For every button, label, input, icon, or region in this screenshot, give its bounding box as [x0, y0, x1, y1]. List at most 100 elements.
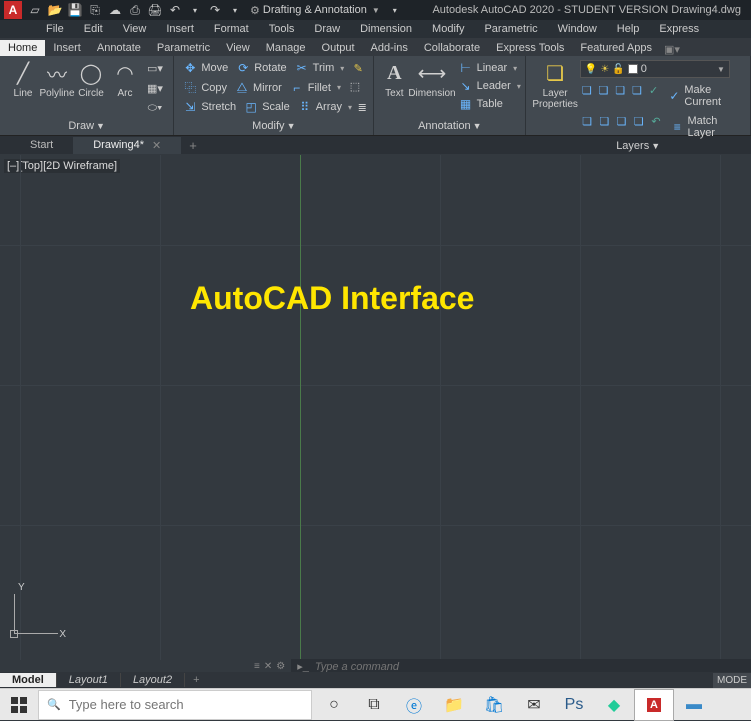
pycharm-icon[interactable]: ◆ — [594, 689, 634, 721]
tool-match-layer[interactable]: ≡Match Layer — [668, 114, 744, 140]
search-input[interactable] — [69, 697, 303, 712]
tab-insert[interactable]: Insert — [45, 40, 89, 56]
tool-stretch[interactable]: ⇲Stretch — [180, 99, 239, 115]
cmd-history-icon[interactable]: ≡ — [254, 661, 260, 672]
view-label[interactable]: [–][Top][2D Wireframe] — [4, 159, 120, 173]
pencil-icon[interactable]: ✎ — [349, 60, 367, 76]
tool-text[interactable]: A Text — [380, 60, 408, 99]
menu-dimension[interactable]: Dimension — [350, 21, 422, 37]
layer-green-icon[interactable]: ✓ — [647, 83, 661, 97]
tool-layer-properties[interactable]: ❏ Layer Properties — [532, 60, 578, 110]
menu-parametric[interactable]: Parametric — [474, 21, 547, 37]
store-icon[interactable]: 🛍 — [474, 689, 514, 721]
menu-edit[interactable]: Edit — [74, 21, 113, 37]
tool-copy[interactable]: ⿻Copy — [180, 78, 230, 97]
autocad-task-icon[interactable]: A — [634, 689, 674, 721]
menu-window[interactable]: Window — [548, 21, 607, 37]
ucs-icon[interactable]: Y X — [8, 584, 64, 640]
tab-parametric[interactable]: Parametric — [149, 40, 218, 56]
redo-dd-icon[interactable]: ▾ — [228, 3, 242, 17]
undo-dd-icon[interactable]: ▾ — [188, 3, 202, 17]
tool-trim[interactable]: ✂Trim▾ — [292, 60, 348, 76]
undo-icon[interactable]: ↶ — [168, 3, 182, 17]
new-icon[interactable]: ▱ — [28, 3, 42, 17]
tool-scale[interactable]: ◰Scale — [241, 99, 293, 115]
explode-icon[interactable]: ⬚ — [346, 78, 364, 94]
edge-icon[interactable]: ⓔ — [394, 689, 434, 721]
menu-express[interactable]: Express — [649, 21, 709, 37]
tab-express-tools[interactable]: Express Tools — [488, 40, 572, 56]
cortana-icon[interactable]: ○ — [314, 689, 354, 721]
tool-linear[interactable]: ⊢Linear▾ — [456, 60, 524, 76]
tab-featured-apps[interactable]: Featured Apps — [572, 40, 660, 56]
panel-layers-title[interactable]: Layers▼ — [526, 140, 750, 155]
tool-polyline[interactable]: 〰 Polyline — [40, 60, 74, 99]
layer-lock-icon[interactable]: ❏ — [630, 83, 644, 97]
print-icon[interactable]: 🖨 — [148, 3, 162, 17]
saveas-icon[interactable]: ⎘ — [88, 3, 102, 17]
tool-make-current[interactable]: ✓Make Current — [666, 83, 745, 109]
menu-insert[interactable]: Insert — [156, 21, 204, 37]
qat-customize-icon[interactable]: ▾ — [388, 3, 402, 17]
doc-tab-start[interactable]: Start — [10, 137, 73, 153]
tool-table[interactable]: ▦Table — [456, 96, 524, 112]
cmd-close-icon[interactable]: ✕ — [264, 661, 272, 672]
tool-circle[interactable]: ◯ Circle — [74, 60, 108, 99]
layer-freeze-icon[interactable]: ❏ — [613, 83, 627, 97]
rectangle-icon[interactable]: ▭▾ — [146, 60, 164, 76]
add-layout-icon[interactable]: + — [185, 674, 207, 686]
canvas-text-object[interactable]: AutoCAD Interface — [190, 280, 474, 317]
layer-unlock-icon[interactable]: ❏ — [632, 114, 646, 128]
tool-mirror[interactable]: ⧋Mirror — [232, 78, 285, 97]
open-icon[interactable]: 📂 — [48, 3, 62, 17]
tool-fillet[interactable]: ⌐Fillet▾ — [287, 78, 344, 97]
taskbar-search[interactable]: 🔍 — [38, 690, 312, 720]
app-task-icon[interactable]: ▬ — [674, 689, 714, 721]
photoshop-icon[interactable]: Ps — [554, 689, 594, 721]
tool-move[interactable]: ✥Move — [180, 60, 231, 76]
menu-tools[interactable]: Tools — [259, 21, 305, 37]
plot-icon[interactable]: ⎙ — [128, 3, 142, 17]
tool-leader[interactable]: ↘Leader▾ — [456, 78, 524, 94]
layer-off-icon[interactable]: ❏ — [597, 83, 611, 97]
menu-format[interactable]: Format — [204, 21, 259, 37]
tab-addins[interactable]: Add-ins — [363, 40, 416, 56]
command-input[interactable] — [315, 661, 745, 673]
explorer-icon[interactable]: 📁 — [434, 689, 474, 721]
offset-icon[interactable]: ≣ — [357, 99, 367, 115]
layer-prev-icon[interactable]: ↶ — [649, 114, 663, 128]
close-icon[interactable]: ✕ — [152, 139, 161, 152]
tab-view[interactable]: View — [218, 40, 258, 56]
menu-view[interactable]: View — [113, 21, 157, 37]
workspace-dropdown[interactable]: ⚙ Drafting & Annotation ▼ — [250, 4, 380, 17]
layer-dropdown[interactable]: 💡 ☀ 🔓 0 ▼ — [580, 60, 730, 78]
tool-arc[interactable]: ◠ Arc — [108, 60, 142, 99]
tab-manage[interactable]: Manage — [258, 40, 314, 56]
save-icon[interactable]: 💾 — [68, 3, 82, 17]
app-logo[interactable]: A — [4, 1, 22, 19]
tab-annotate[interactable]: Annotate — [89, 40, 149, 56]
doc-tab-drawing[interactable]: Drawing4* ✕ — [73, 137, 181, 154]
layout-tab-2[interactable]: Layout2 — [121, 673, 185, 687]
menu-draw[interactable]: Draw — [304, 21, 350, 37]
tool-rotate[interactable]: ⟳Rotate — [233, 60, 289, 76]
mail-icon[interactable]: ✉ — [514, 689, 554, 721]
tool-array[interactable]: ⠿Array▾ — [295, 99, 355, 115]
tab-collaborate[interactable]: Collaborate — [416, 40, 488, 56]
layout-tab-model[interactable]: Model — [0, 673, 57, 687]
tool-line[interactable]: ╱ Line — [6, 60, 40, 99]
ellipse-icon[interactable]: ⬭▾ — [146, 100, 164, 116]
layout-tab-1[interactable]: Layout1 — [57, 673, 121, 687]
menu-help[interactable]: Help — [607, 21, 650, 37]
web-icon[interactable]: ☁ — [108, 3, 122, 17]
menu-file[interactable]: File — [36, 21, 74, 37]
tab-more-icon[interactable]: ▣▾ — [664, 43, 680, 56]
tab-home[interactable]: Home — [0, 40, 45, 56]
taskview-icon[interactable]: ⧉ — [354, 689, 394, 721]
drawing-area[interactable]: [–][Top][2D Wireframe] AutoCAD Interface… — [0, 155, 751, 660]
panel-draw-title[interactable]: Draw▼ — [0, 120, 173, 135]
menu-modify[interactable]: Modify — [422, 21, 474, 37]
layer-thaw-icon[interactable]: ❏ — [614, 114, 628, 128]
layer-uniso-icon[interactable]: ❏ — [580, 114, 594, 128]
add-tab-icon[interactable]: + — [181, 138, 205, 153]
